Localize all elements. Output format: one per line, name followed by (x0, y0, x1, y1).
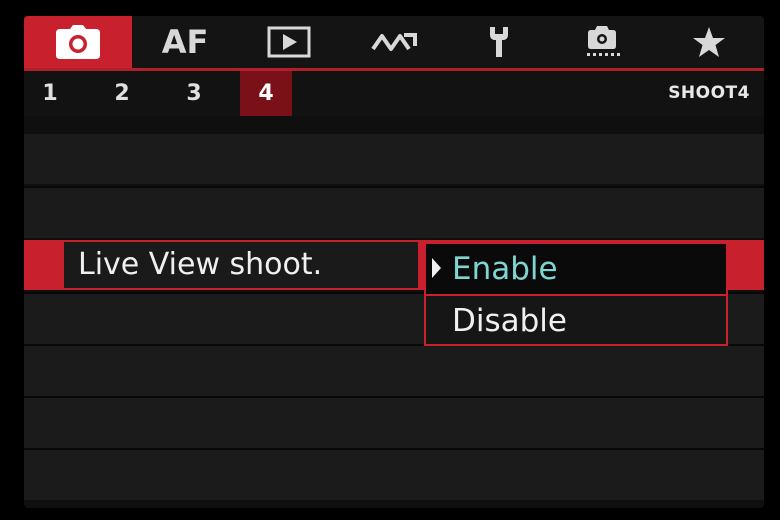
star-icon (692, 26, 726, 58)
tab-setup[interactable] (464, 16, 534, 68)
subtab-row: 1 2 3 4 SHOOT4 (24, 71, 764, 116)
tab-shoot[interactable] (24, 16, 132, 68)
current-setting-marker-icon (432, 258, 441, 278)
option-list: Enable Disable (424, 242, 728, 346)
camera-menu-screen: AF 1 2 3 4 SHOOT4 Live View shoot. Enabl… (24, 16, 764, 508)
subtab-3[interactable]: 3 (168, 71, 220, 116)
subtab-1[interactable]: 1 (24, 71, 76, 116)
tab-custom[interactable] (568, 16, 638, 68)
option-disable[interactable]: Disable (426, 296, 726, 346)
subtab-2[interactable]: 2 (96, 71, 148, 116)
tab-wireless[interactable] (360, 16, 430, 68)
custom-function-icon (583, 24, 623, 60)
menu-row-empty (24, 396, 764, 448)
tab-af[interactable]: AF (150, 16, 220, 68)
menu-tab-bar: AF (24, 16, 764, 71)
option-enable[interactable]: Enable (426, 244, 726, 294)
subtab-4[interactable]: 4 (240, 71, 292, 116)
menu-row-empty (24, 134, 764, 184)
option-disable-label: Disable (452, 303, 567, 339)
live-view-shoot-label: Live View shoot. (64, 242, 418, 288)
wrench-icon (484, 25, 514, 59)
page-label: SHOOT4 (668, 83, 750, 103)
camera-icon (56, 25, 100, 59)
play-icon (267, 26, 311, 58)
option-enable-label: Enable (452, 251, 558, 287)
menu-row-empty (24, 344, 764, 396)
menu-row-empty (24, 186, 764, 238)
tab-playback[interactable] (254, 16, 324, 68)
tab-af-label: AF (161, 23, 209, 61)
tab-my-menu[interactable] (674, 16, 744, 68)
wireless-icon (370, 29, 420, 55)
menu-row-empty (24, 448, 764, 500)
